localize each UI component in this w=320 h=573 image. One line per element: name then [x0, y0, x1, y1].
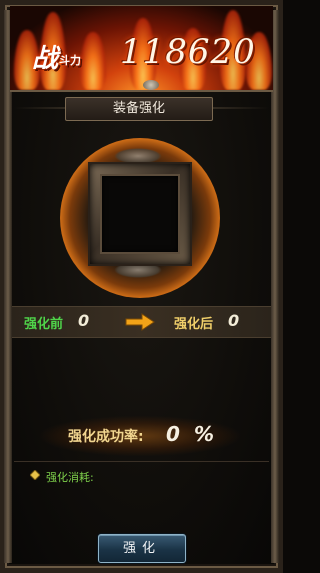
- enhance-button[interactable]: 强化: [98, 534, 186, 563]
- left-rail: [4, 10, 12, 563]
- combat-power-header: 战斗力 118620: [10, 6, 273, 92]
- diamond-icon: [30, 470, 40, 480]
- combat-power-label-small: 斗力: [59, 54, 82, 67]
- divider: [14, 461, 269, 462]
- flame-decoration: [80, 32, 106, 90]
- after-enhance-value: 0: [228, 311, 240, 330]
- success-rate-unit: %: [194, 422, 215, 446]
- success-rate-value: 0: [166, 422, 180, 446]
- equipment-slot[interactable]: [88, 162, 192, 266]
- panel-title: 装备强化: [65, 97, 213, 121]
- combat-power-value: 118620: [120, 32, 256, 72]
- before-enhance-label: 强化前: [24, 317, 64, 332]
- combat-power-label: 战斗力: [32, 38, 81, 75]
- equipment-slot-inner[interactable]: [100, 174, 180, 254]
- enhance-compare-row: 强化前 0 强化后 0: [12, 306, 271, 338]
- combat-power-label-main: 战: [32, 44, 59, 74]
- right-arrow-icon: [125, 313, 155, 331]
- header-knob: [143, 80, 159, 90]
- before-enhance-value: 0: [78, 311, 90, 330]
- right-rail: [271, 10, 279, 563]
- enhance-cost-label: 强化消耗:: [46, 471, 94, 484]
- success-rate-label: 强化成功率:: [68, 429, 144, 445]
- after-enhance-label: 强化后: [174, 317, 214, 332]
